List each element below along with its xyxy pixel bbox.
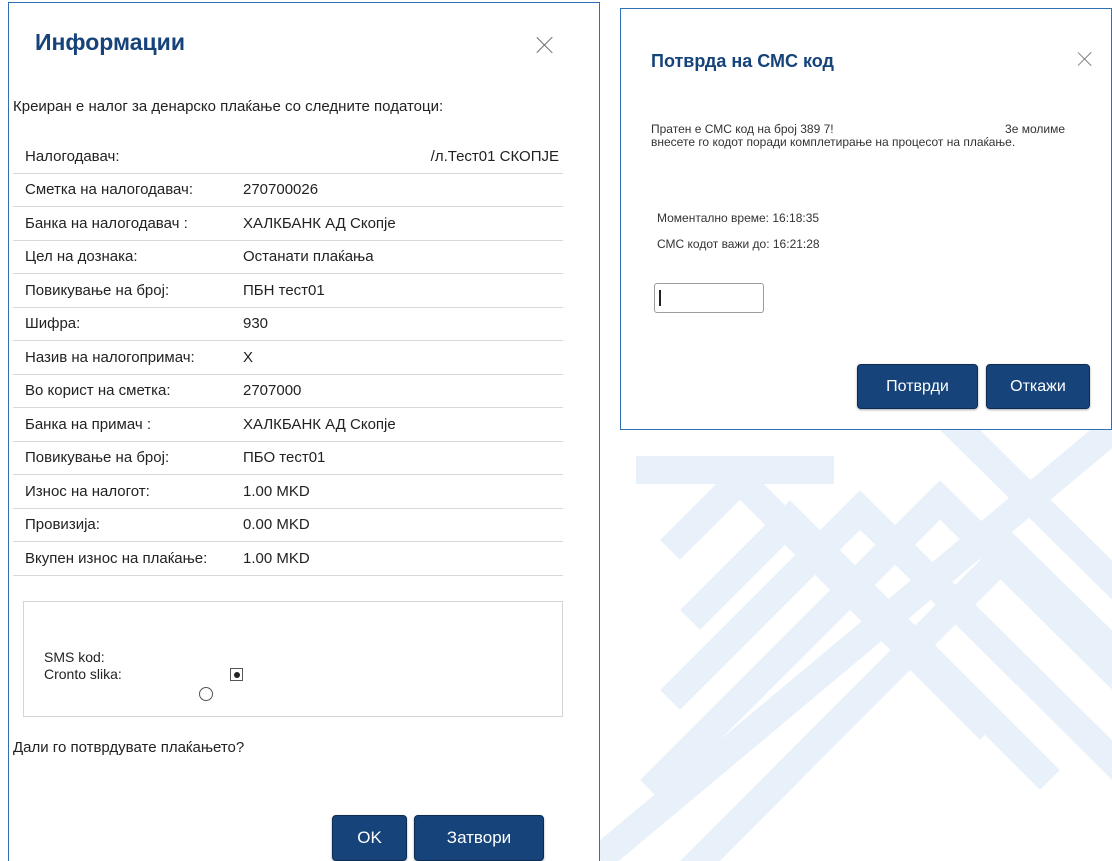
row-label: Банка на примач : xyxy=(13,407,237,442)
row-label: Банка на налогодавач : xyxy=(13,206,237,241)
row-value: Останати плаќања xyxy=(237,240,563,274)
intro-text: Креиран е налог за денарско плаќање со с… xyxy=(13,98,444,115)
cronto-image-radio[interactable] xyxy=(199,687,213,701)
table-row: Повикување на број: ПБН тест01 xyxy=(13,273,563,308)
row-value: 0.00 MKD xyxy=(237,508,563,542)
close-icon[interactable] xyxy=(1077,51,1094,68)
row-value: 930 xyxy=(237,307,563,341)
sms-code-radio[interactable] xyxy=(230,668,243,681)
row-label: Провизија: xyxy=(13,508,237,542)
table-row: Налогодавач:/л.Тест01 СКОПЈЕ xyxy=(13,140,563,174)
table-row: Во корист на сметка: 2707000 xyxy=(13,374,563,408)
row-label: Шифра: xyxy=(13,307,237,341)
row-label: Сметка на налогодавач: xyxy=(13,173,237,207)
row-value: 270700026 xyxy=(237,173,563,207)
row-label: Назив на налогопримач: xyxy=(13,340,237,375)
sms-code-label: SMS kod: xyxy=(44,649,105,665)
table-row: Износ на налогот: 1.00 MKD xyxy=(13,474,563,509)
ok-button[interactable]: OK xyxy=(332,815,407,861)
row-label: Повикување на број: xyxy=(13,273,237,308)
table-row: Назив на налогопримач: X xyxy=(13,340,563,375)
dialog-title: Потврда на СМС код xyxy=(651,51,834,71)
confirm-button[interactable]: Потврди xyxy=(857,364,978,409)
close-icon[interactable] xyxy=(535,35,555,55)
information-dialog: Информации Креиран е налог за денарско п… xyxy=(8,2,600,861)
row-label: Повикување на број: xyxy=(13,441,237,475)
row-value: ПБН тест01 xyxy=(237,273,563,308)
row-value: 2707000 xyxy=(237,374,563,408)
row-label: Износ на налогот: xyxy=(13,474,237,509)
table-row: Банка на налогодавач : ХАЛКБАНК АД Скопје xyxy=(13,206,563,241)
row-value: ПБО тест01 xyxy=(237,441,563,475)
row-value: ХАЛКБАНК АД Скопје xyxy=(237,206,563,241)
sms-message: Пратен е СМС код на број 389 7! 3е молим… xyxy=(651,123,1091,149)
current-time: Моментално време: 16:18:35 xyxy=(657,211,820,225)
code-valid-until: СМС кодот важи до: 16:21:28 xyxy=(657,237,820,251)
table-row: Провизија: 0.00 MKD xyxy=(13,508,563,542)
row-value: /л.Тест01 СКОПЈЕ xyxy=(237,140,563,174)
row-label: Цел на дознака: xyxy=(13,240,237,274)
row-label: Налогодавач: xyxy=(13,140,237,174)
row-value: X xyxy=(237,340,563,375)
table-row: Сметка на налогодавач: 270700026 xyxy=(13,173,563,207)
table-row: Шифра: 930 xyxy=(13,307,563,341)
cancel-button[interactable]: Откажи xyxy=(986,364,1090,409)
payment-details-table: Налогодавач:/л.Тест01 СКОПЈЕ Сметка на на… xyxy=(13,140,563,576)
cronto-image-label: Cronto slika: xyxy=(44,666,122,682)
dialog-title: Информации xyxy=(35,29,185,55)
row-label: Вкупен износ на плаќање: xyxy=(13,541,237,576)
table-row: Банка на примач : ХАЛКБАНК АД Скопје xyxy=(13,407,563,442)
sms-code-input[interactable] xyxy=(654,283,764,313)
row-value: 1.00 MKD xyxy=(237,541,563,576)
row-label: Во корист на сметка: xyxy=(13,374,237,408)
table-row: Вкупен износ на плаќање: 1.00 MKD xyxy=(13,541,563,576)
close-button[interactable]: Затвори xyxy=(414,815,544,861)
sms-message-rest: внесете го кодот поради комплетирање на … xyxy=(651,135,1016,149)
table-row: Цел на дознака: Останати плаќања xyxy=(13,240,563,274)
authentication-method-box: SMS kod: Cronto slika: xyxy=(23,601,563,717)
row-value: ХАЛКБАНК АД Скопје xyxy=(237,407,563,442)
sms-confirmation-dialog: Потврда на СМС код Пратен е СМС код на б… xyxy=(620,8,1112,430)
confirm-question: Дали го потврдувате плаќањето? xyxy=(13,739,245,756)
row-value: 1.00 MKD xyxy=(237,474,563,509)
table-row: Повикување на број: ПБО тест01 xyxy=(13,441,563,475)
